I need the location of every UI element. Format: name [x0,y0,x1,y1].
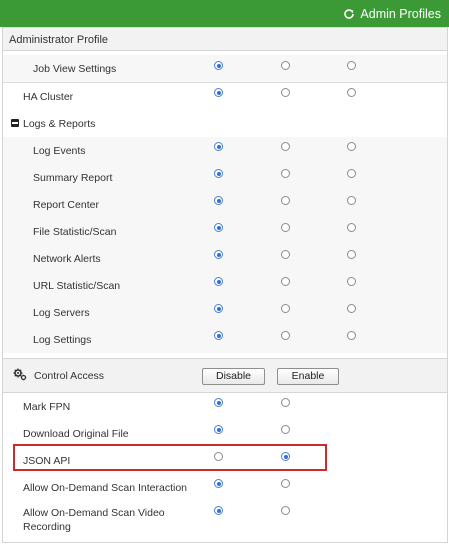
row-label: Log Events [33,145,86,157]
radio-option-1[interactable] [214,61,223,70]
radio-option-1[interactable] [214,398,223,407]
radio-option-3[interactable] [347,304,356,313]
row-file-statistic-scan: File Statistic/Scan [3,218,447,245]
radio-option-2[interactable] [281,169,290,178]
row-label: Job View Settings [33,63,117,75]
row-job-view-settings: Job View Settings [3,55,447,82]
radio-option-1[interactable] [214,250,223,259]
row-log-settings: Log Settings [3,326,447,353]
group-logs-reports[interactable]: Logs & Reports [3,110,447,137]
radio-option-1[interactable] [214,304,223,313]
minus-square-icon[interactable] [11,119,19,127]
row-report-center: Report Center [3,191,447,218]
group-label: Logs & Reports [23,118,96,130]
radio-option-1[interactable] [214,479,223,488]
row-summary-report: Summary Report [3,164,447,191]
admin-profiles-label: Admin Profiles [360,6,441,21]
radio-option-2[interactable] [281,250,290,259]
radio-option-2[interactable] [281,425,290,434]
radio-option-1[interactable] [214,196,223,205]
row-ha-cluster: HA Cluster [3,83,447,110]
settings-gear-icon [13,368,27,384]
control-access-label: Control Access [34,370,105,382]
radio-option-2[interactable] [281,88,290,97]
radio-option-1[interactable] [214,88,223,97]
row-label: URL Statistic/Scan [33,280,121,292]
radio-option-2[interactable] [281,142,290,151]
radio-option-2[interactable] [281,61,290,70]
radio-option-3[interactable] [347,142,356,151]
row-label: Allow On-Demand Scan Interaction [23,482,187,494]
radio-option-1[interactable] [214,223,223,232]
row-label: Log Settings [33,334,92,346]
radio-option-3[interactable] [347,196,356,205]
row-url-statistic-scan: URL Statistic/Scan [3,272,447,299]
radio-option-3[interactable] [347,88,356,97]
radio-option-2[interactable] [281,331,290,340]
row-label: Log Servers [33,307,90,319]
enable-button[interactable]: Enable [277,368,339,385]
radio-option-1[interactable] [214,425,223,434]
radio-option-1[interactable] [214,331,223,340]
row-label: Download Original File [23,428,129,440]
row-allow-on-demand-scan-video-recording: Allow On-Demand Scan Video Recording [3,503,447,539]
radio-option-3[interactable] [347,61,356,70]
section-header: Administrator Profile [3,27,447,51]
row-download-original-file: Download Original File [3,420,447,447]
row-mark-fpn: Mark FPN [3,393,447,420]
row-label: Report Center [33,199,99,211]
radio-option-3[interactable] [347,169,356,178]
section-title: Administrator Profile [9,34,109,46]
radio-option-2[interactable] [281,277,290,286]
top-bar: Admin Profiles [0,0,449,27]
radio-option-1[interactable] [214,169,223,178]
admin-profiles-button[interactable]: Admin Profiles [343,0,441,27]
row-allow-on-demand-scan-interaction: Allow On-Demand Scan Interaction [3,474,447,501]
radio-option-3[interactable] [347,223,356,232]
row-label: Mark FPN [23,401,71,413]
row-log-events: Log Events [3,137,447,164]
radio-option-1[interactable] [214,506,223,515]
radio-option-2[interactable] [281,479,290,488]
row-label: Network Alerts [33,253,101,265]
refresh-icon [343,8,355,20]
radio-option-2[interactable] [281,196,290,205]
row-label: Allow On-Demand Scan Video Recording [23,507,165,533]
row-label: HA Cluster [23,91,74,103]
disable-button[interactable]: Disable [202,368,265,385]
row-log-servers: Log Servers [3,299,447,326]
control-access-bar: Control Access Disable Enable [3,358,447,393]
json-api-highlight-box [13,444,327,471]
row-label: Summary Report [33,172,113,184]
radio-option-2[interactable] [281,304,290,313]
radio-option-2[interactable] [281,506,290,515]
row-label: File Statistic/Scan [33,226,117,238]
radio-option-3[interactable] [347,250,356,259]
radio-option-1[interactable] [214,142,223,151]
radio-option-3[interactable] [347,331,356,340]
radio-option-2[interactable] [281,223,290,232]
radio-option-3[interactable] [347,277,356,286]
profile-panel: Administrator Profile Job View Settings … [2,27,448,543]
radio-option-1[interactable] [214,277,223,286]
row-network-alerts: Network Alerts [3,245,447,272]
radio-option-2[interactable] [281,398,290,407]
